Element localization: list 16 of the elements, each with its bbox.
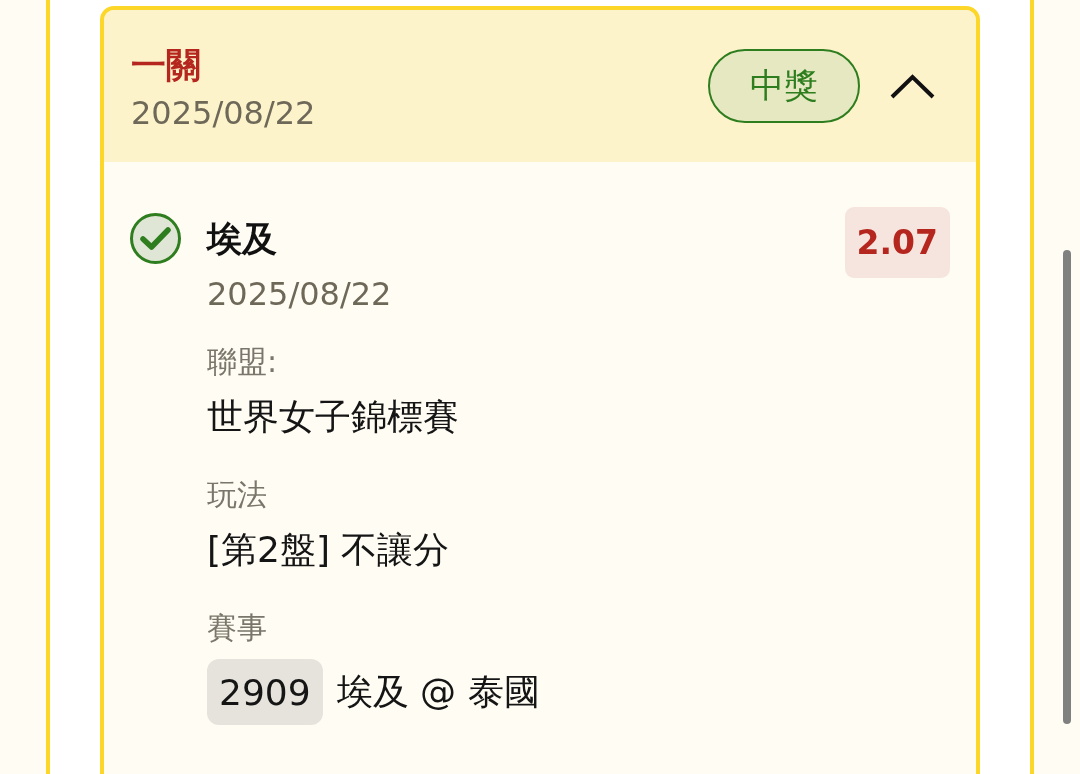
selection-date: 2025/08/22 <box>207 274 393 314</box>
bet-date: 2025/08/22 <box>131 93 316 133</box>
status-badge: 中獎 <box>708 49 860 123</box>
collapse-button[interactable] <box>890 73 935 99</box>
field-value: [第2盤] 不讓分 <box>207 528 451 572</box>
odds-value: 2.07 <box>844 207 950 278</box>
match-number: 2909 <box>207 659 323 725</box>
scrollbar-thumb[interactable] <box>1063 250 1071 724</box>
caret-up-icon <box>890 73 935 99</box>
field-label: 賽事 <box>207 609 268 647</box>
field-label: 玩法 <box>207 476 268 514</box>
field-value: 世界女子錦標賽 <box>207 395 460 439</box>
team-name: 埃及 <box>207 218 277 261</box>
bet-type-title: 一關 <box>131 44 202 87</box>
match-teams: 埃及 @ 泰國 <box>336 670 540 714</box>
field-label: 聯盟: <box>207 343 279 381</box>
